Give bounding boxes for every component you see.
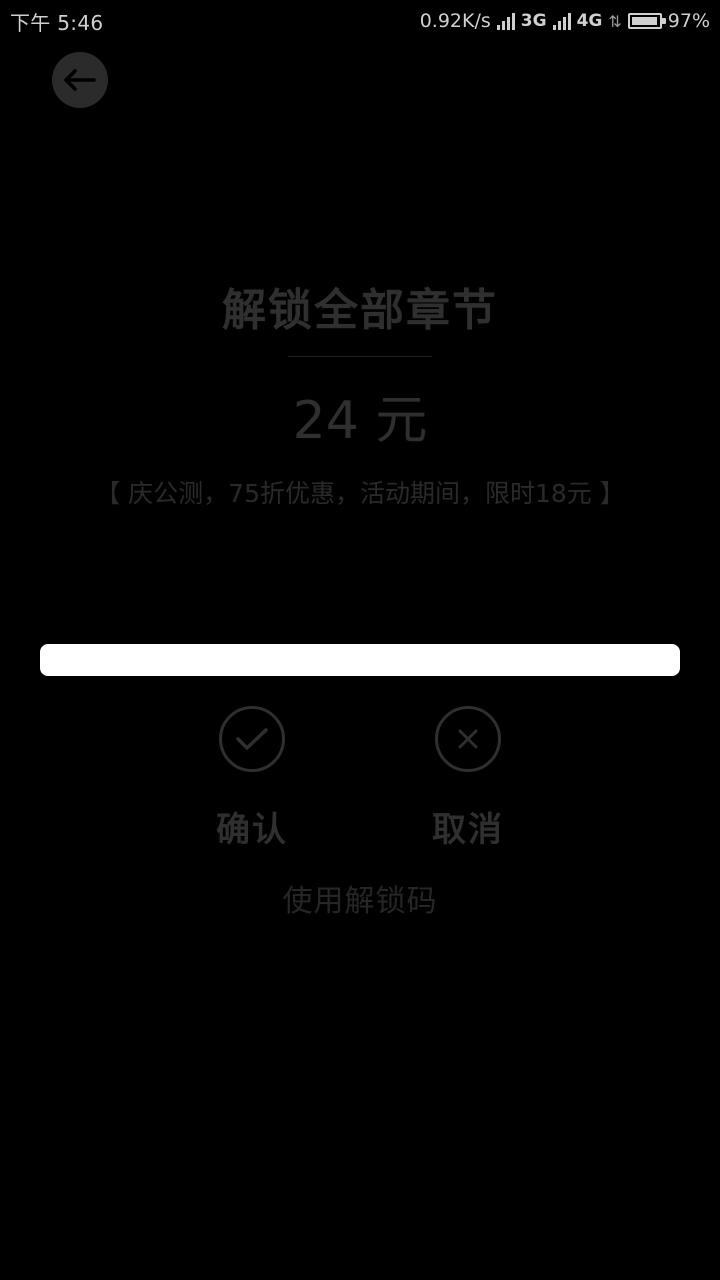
confirm-label: 确认 (216, 810, 288, 850)
close-icon (458, 729, 478, 749)
network-type-4g: 4G (576, 11, 603, 31)
network-type-3g: 3G (520, 11, 547, 31)
battery-percent: 97% (667, 10, 710, 32)
signal-icon (552, 12, 571, 30)
data-transfer-icon: ⇅ (608, 11, 622, 31)
net-speed: 0.92K/s (419, 10, 491, 32)
battery-icon (627, 13, 666, 29)
cancel-circle (435, 706, 501, 772)
cancel-label: 取消 (432, 810, 504, 850)
arrow-left-icon (64, 69, 96, 91)
use-unlock-code-link[interactable]: 使用解锁码 (0, 876, 720, 920)
page-title: 解锁全部章节 (222, 285, 498, 336)
confirm-circle (219, 706, 285, 772)
status-icons: 0.92K/s 3G 4G ⇅ 97% (420, 10, 710, 32)
check-icon (236, 728, 268, 750)
title-divider (288, 356, 432, 357)
signal-icon (496, 12, 515, 30)
unlock-code-input[interactable] (40, 644, 680, 676)
promo-text: 【 庆公测，75折优惠，活动期间，限时18元 】 (95, 479, 625, 508)
cancel-button[interactable]: 取消 (418, 706, 518, 851)
price-label: 24 元 (292, 391, 428, 451)
confirm-button[interactable]: 确认 (202, 706, 302, 851)
back-button[interactable] (52, 52, 108, 108)
status-time: 下午 5:46 (10, 10, 104, 35)
unlock-chapters-screen: 下午 5:46 0.92K/s 3G 4G ⇅ 97% 解锁全部章节 24 元 … (0, 0, 720, 1280)
status-bar: 下午 5:46 0.92K/s 3G 4G ⇅ 97% (0, 0, 720, 42)
